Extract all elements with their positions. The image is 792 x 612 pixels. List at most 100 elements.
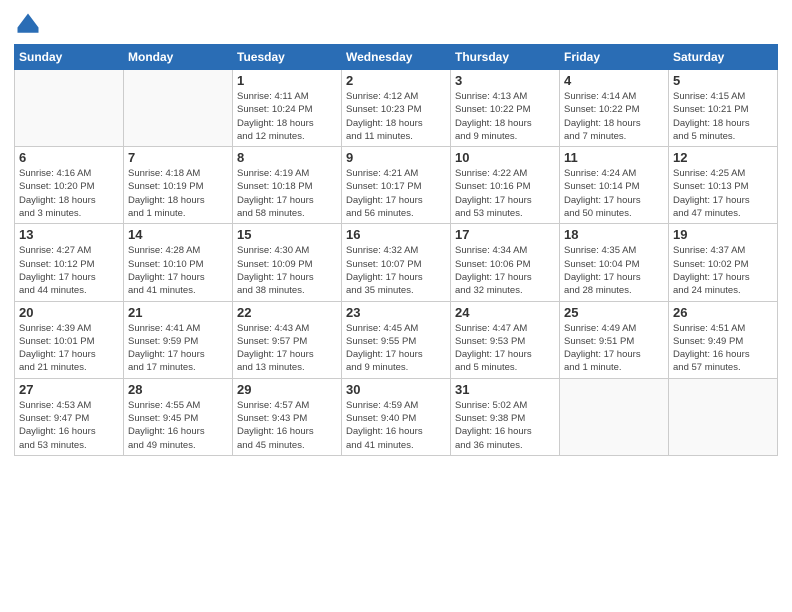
day-number: 19 bbox=[673, 227, 773, 242]
calendar-cell: 22Sunrise: 4:43 AM Sunset: 9:57 PM Dayli… bbox=[233, 301, 342, 378]
calendar-header-row: SundayMondayTuesdayWednesdayThursdayFrid… bbox=[15, 45, 778, 70]
day-info: Sunrise: 4:21 AM Sunset: 10:17 PM Daylig… bbox=[346, 167, 446, 220]
calendar-cell: 13 Sunrise: 4:27 AM Sunset: 10:12 PM Dayl… bbox=[15, 224, 124, 301]
calendar-cell: 24 Sunrise: 4:47 AM Sunset: 9:53 PM Dayli… bbox=[451, 301, 560, 378]
day-info: Sunrise: 4:19 AM Sunset: 10:18 PM Daylig… bbox=[237, 167, 337, 220]
calendar-header-saturday: Saturday bbox=[669, 45, 778, 70]
logo-icon bbox=[14, 10, 42, 38]
calendar-cell: 4 Sunrise: 4:14 AM Sunset: 10:22 PM Dayli… bbox=[560, 70, 669, 147]
calendar-cell: 18 Sunrise: 4:35 AM Sunset: 10:04 PM Dayl… bbox=[560, 224, 669, 301]
calendar-cell: 12 Sunrise: 4:25 AM Sunset: 10:13 PM Dayl… bbox=[669, 147, 778, 224]
day-info: Sunrise: 4:32 AM Sunset: 10:07 PM Daylig… bbox=[346, 244, 446, 297]
calendar-cell: 2 Sunrise: 4:12 AM Sunset: 10:23 PM Dayli… bbox=[342, 70, 451, 147]
day-number: 8 bbox=[237, 150, 337, 165]
calendar-cell: 9 Sunrise: 4:21 AM Sunset: 10:17 PM Dayli… bbox=[342, 147, 451, 224]
day-number: 14 bbox=[128, 227, 228, 242]
day-number: 30 bbox=[346, 382, 446, 397]
day-number: 28 bbox=[128, 382, 228, 397]
calendar-cell: 21 Sunrise: 4:41 AM Sunset: 9:59 PM Dayli… bbox=[124, 301, 233, 378]
day-number: 2 bbox=[346, 73, 446, 88]
day-number: 13 bbox=[19, 227, 119, 242]
calendar-cell: 11 Sunrise: 4:24 AM Sunset: 10:14 PM Dayl… bbox=[560, 147, 669, 224]
day-number: 17 bbox=[455, 227, 555, 242]
day-number: 6 bbox=[19, 150, 119, 165]
day-number: 29 bbox=[237, 382, 337, 397]
day-info: Sunrise: 4:37 AM Sunset: 10:02 PM Daylig… bbox=[673, 244, 773, 297]
day-info: Sunrise: 4:25 AM Sunset: 10:13 PM Daylig… bbox=[673, 167, 773, 220]
page-container: SundayMondayTuesdayWednesdayThursdayFrid… bbox=[0, 0, 792, 612]
calendar-table: SundayMondayTuesdayWednesdayThursdayFrid… bbox=[14, 44, 778, 456]
day-number: 22 bbox=[237, 305, 337, 320]
calendar-cell: 26Sunrise: 4:51 AM Sunset: 9:49 PM Dayli… bbox=[669, 301, 778, 378]
day-number: 12 bbox=[673, 150, 773, 165]
day-info: Sunrise: 4:22 AM Sunset: 10:16 PM Daylig… bbox=[455, 167, 555, 220]
calendar-cell: 30 Sunrise: 4:59 AM Sunset: 9:40 PM Dayli… bbox=[342, 378, 451, 455]
day-number: 24 bbox=[455, 305, 555, 320]
calendar-cell: 3Sunrise: 4:13 AM Sunset: 10:22 PM Dayli… bbox=[451, 70, 560, 147]
calendar-header-thursday: Thursday bbox=[451, 45, 560, 70]
day-number: 25 bbox=[564, 305, 664, 320]
calendar-cell: 16 Sunrise: 4:32 AM Sunset: 10:07 PM Dayl… bbox=[342, 224, 451, 301]
day-number: 5 bbox=[673, 73, 773, 88]
day-info: Sunrise: 4:28 AM Sunset: 10:10 PM Daylig… bbox=[128, 244, 228, 297]
day-number: 23 bbox=[346, 305, 446, 320]
day-info: Sunrise: 4:39 AM Sunset: 10:01 PM Daylig… bbox=[19, 322, 119, 375]
calendar-cell: 8 Sunrise: 4:19 AM Sunset: 10:18 PM Dayli… bbox=[233, 147, 342, 224]
day-number: 10 bbox=[455, 150, 555, 165]
calendar-cell: 19 Sunrise: 4:37 AM Sunset: 10:02 PM Dayl… bbox=[669, 224, 778, 301]
day-info: Sunrise: 4:41 AM Sunset: 9:59 PM Dayligh… bbox=[128, 322, 228, 375]
calendar-cell: 27Sunrise: 4:53 AM Sunset: 9:47 PM Dayli… bbox=[15, 378, 124, 455]
day-info: Sunrise: 4:24 AM Sunset: 10:14 PM Daylig… bbox=[564, 167, 664, 220]
day-info: Sunrise: 4:57 AM Sunset: 9:43 PM Dayligh… bbox=[237, 399, 337, 452]
day-info: Sunrise: 4:30 AM Sunset: 10:09 PM Daylig… bbox=[237, 244, 337, 297]
calendar-week-row: 1 Sunrise: 4:11 AM Sunset: 10:24 PM Dayli… bbox=[15, 70, 778, 147]
calendar-header-friday: Friday bbox=[560, 45, 669, 70]
day-info: Sunrise: 4:15 AM Sunset: 10:21 PM Daylig… bbox=[673, 90, 773, 143]
calendar-cell: 7 Sunrise: 4:18 AM Sunset: 10:19 PM Dayli… bbox=[124, 147, 233, 224]
day-info: Sunrise: 4:59 AM Sunset: 9:40 PM Dayligh… bbox=[346, 399, 446, 452]
day-number: 9 bbox=[346, 150, 446, 165]
calendar-cell: 25 Sunrise: 4:49 AM Sunset: 9:51 PM Dayli… bbox=[560, 301, 669, 378]
calendar-cell: 29 Sunrise: 4:57 AM Sunset: 9:43 PM Dayli… bbox=[233, 378, 342, 455]
day-info: Sunrise: 4:34 AM Sunset: 10:06 PM Daylig… bbox=[455, 244, 555, 297]
calendar-cell bbox=[669, 378, 778, 455]
calendar-week-row: 20 Sunrise: 4:39 AM Sunset: 10:01 PM Dayl… bbox=[15, 301, 778, 378]
calendar-week-row: 6 Sunrise: 4:16 AM Sunset: 10:20 PM Dayli… bbox=[15, 147, 778, 224]
day-number: 4 bbox=[564, 73, 664, 88]
day-info: Sunrise: 5:02 AM Sunset: 9:38 PM Dayligh… bbox=[455, 399, 555, 452]
day-number: 7 bbox=[128, 150, 228, 165]
day-info: Sunrise: 4:55 AM Sunset: 9:45 PM Dayligh… bbox=[128, 399, 228, 452]
calendar-week-row: 27Sunrise: 4:53 AM Sunset: 9:47 PM Dayli… bbox=[15, 378, 778, 455]
calendar-header-monday: Monday bbox=[124, 45, 233, 70]
day-info: Sunrise: 4:16 AM Sunset: 10:20 PM Daylig… bbox=[19, 167, 119, 220]
day-number: 18 bbox=[564, 227, 664, 242]
calendar-cell: 28 Sunrise: 4:55 AM Sunset: 9:45 PM Dayli… bbox=[124, 378, 233, 455]
day-info: Sunrise: 4:11 AM Sunset: 10:24 PM Daylig… bbox=[237, 90, 337, 143]
calendar-cell: 23 Sunrise: 4:45 AM Sunset: 9:55 PM Dayli… bbox=[342, 301, 451, 378]
day-number: 15 bbox=[237, 227, 337, 242]
day-number: 11 bbox=[564, 150, 664, 165]
day-info: Sunrise: 4:27 AM Sunset: 10:12 PM Daylig… bbox=[19, 244, 119, 297]
calendar-week-row: 13 Sunrise: 4:27 AM Sunset: 10:12 PM Dayl… bbox=[15, 224, 778, 301]
calendar-cell bbox=[15, 70, 124, 147]
day-number: 1 bbox=[237, 73, 337, 88]
day-info: Sunrise: 4:49 AM Sunset: 9:51 PM Dayligh… bbox=[564, 322, 664, 375]
calendar-cell: 31 Sunrise: 5:02 AM Sunset: 9:38 PM Dayli… bbox=[451, 378, 560, 455]
calendar-cell bbox=[124, 70, 233, 147]
day-info: Sunrise: 4:45 AM Sunset: 9:55 PM Dayligh… bbox=[346, 322, 446, 375]
calendar-cell: 17 Sunrise: 4:34 AM Sunset: 10:06 PM Dayl… bbox=[451, 224, 560, 301]
day-info: Sunrise: 4:35 AM Sunset: 10:04 PM Daylig… bbox=[564, 244, 664, 297]
day-info: Sunrise: 4:12 AM Sunset: 10:23 PM Daylig… bbox=[346, 90, 446, 143]
day-number: 27 bbox=[19, 382, 119, 397]
day-info: Sunrise: 4:47 AM Sunset: 9:53 PM Dayligh… bbox=[455, 322, 555, 375]
day-number: 21 bbox=[128, 305, 228, 320]
day-number: 31 bbox=[455, 382, 555, 397]
calendar-cell: 20 Sunrise: 4:39 AM Sunset: 10:01 PM Dayl… bbox=[15, 301, 124, 378]
calendar-cell: 5 Sunrise: 4:15 AM Sunset: 10:21 PM Dayli… bbox=[669, 70, 778, 147]
calendar-cell: 10 Sunrise: 4:22 AM Sunset: 10:16 PM Dayl… bbox=[451, 147, 560, 224]
day-number: 20 bbox=[19, 305, 119, 320]
day-info: Sunrise: 4:18 AM Sunset: 10:19 PM Daylig… bbox=[128, 167, 228, 220]
day-info: Sunrise: 4:14 AM Sunset: 10:22 PM Daylig… bbox=[564, 90, 664, 143]
day-number: 16 bbox=[346, 227, 446, 242]
calendar-cell: 1 Sunrise: 4:11 AM Sunset: 10:24 PM Dayli… bbox=[233, 70, 342, 147]
